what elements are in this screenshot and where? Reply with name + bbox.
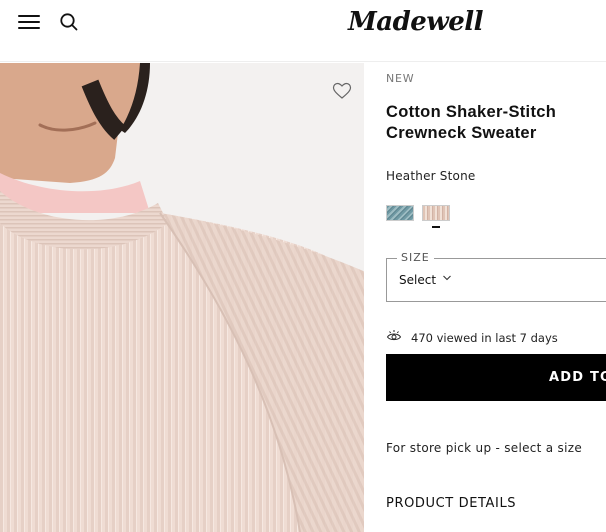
recent-views-text: 470 viewed in last 7 days — [411, 331, 558, 345]
product-title: Cotton Shaker-Stitch Crewneck Sweater — [386, 103, 557, 142]
color-swatch-blue[interactable] — [386, 205, 414, 221]
product-info-panel: NEW Cotton Shaker-Stitch Crewneck Sweate… — [386, 63, 606, 532]
new-badge: NEW — [386, 72, 415, 85]
heart-icon[interactable] — [332, 82, 352, 100]
size-select[interactable]: SIZE Select — [386, 251, 606, 302]
chevron-down-icon — [443, 275, 451, 281]
add-to-bag-label: ADD TO BAG — [549, 370, 606, 385]
hamburger-menu-icon[interactable] — [18, 14, 42, 32]
size-value: Select — [399, 273, 437, 287]
product-details-heading[interactable]: PRODUCT DETAILS — [386, 496, 516, 511]
eye-icon — [386, 330, 402, 341]
site-header: Madewell — [0, 0, 606, 62]
brand-logo[interactable]: Madewell — [348, 4, 484, 40]
size-label: SIZE — [397, 251, 434, 264]
selected-color-name: Heather Stone — [386, 169, 476, 183]
selected-swatch-indicator — [432, 226, 440, 228]
store-pickup-text: For store pick up - select a size — [386, 441, 583, 455]
add-to-bag-button[interactable]: ADD TO BAG — [386, 354, 606, 401]
search-icon[interactable] — [59, 12, 79, 32]
color-swatch-heather-stone[interactable] — [422, 205, 450, 221]
product-image — [0, 63, 368, 532]
